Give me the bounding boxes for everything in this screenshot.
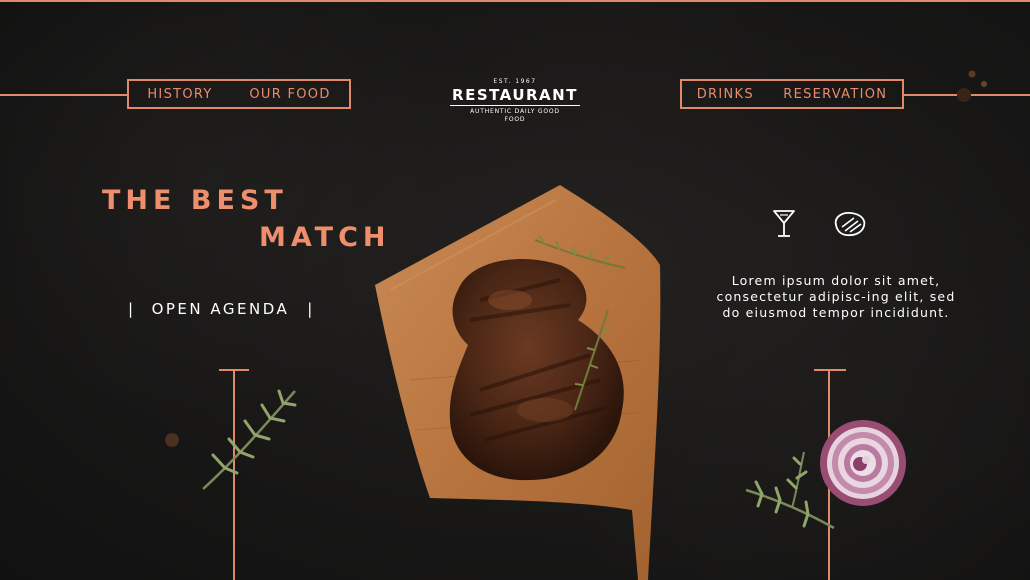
steak-on-board-image [375, 185, 661, 580]
red-onion-image [820, 420, 906, 506]
steak-icon [834, 212, 866, 237]
landing-page: HISTORY OUR FOOD DRINKS RESERVATION EST.… [0, 0, 1030, 580]
left-nav-line [0, 94, 128, 96]
peppercorn-left-image [165, 433, 179, 447]
right-nav: DRINKS RESERVATION [680, 79, 904, 109]
agenda-label: OPEN AGENDA [151, 300, 290, 318]
open-agenda-link[interactable]: | OPEN AGENDA | [128, 300, 315, 318]
right-t-crossbar [814, 369, 846, 371]
nav-link-history[interactable]: HISTORY [147, 87, 212, 102]
hero-line-1: THE BEST [102, 185, 288, 216]
left-nav: HISTORY OUR FOOD [127, 79, 351, 109]
logo-divider [450, 105, 580, 106]
info-text: Lorem ipsum dolor sit amet, consectetur … [716, 273, 956, 320]
agenda-divider-right: | [307, 300, 315, 318]
top-border [0, 0, 1030, 2]
peppercorns-image [957, 70, 987, 102]
logo-established: EST. 1967 [493, 78, 537, 85]
logo-tagline: AUTHENTIC DAILY GOOD FOOD [470, 108, 560, 123]
logo-name: RESTAURANT [452, 86, 578, 104]
rosemary-left-image [202, 389, 297, 490]
agenda-divider-left: | [128, 300, 136, 318]
nav-link-reservation[interactable]: RESERVATION [783, 87, 887, 102]
nav-link-drinks[interactable]: DRINKS [697, 87, 754, 102]
nav-link-our-food[interactable]: OUR FOOD [249, 87, 330, 102]
restaurant-logo[interactable]: EST. 1967 RESTAURANT AUTHENTIC DAILY GOO… [440, 78, 590, 124]
cocktail-glass-icon [773, 210, 795, 237]
